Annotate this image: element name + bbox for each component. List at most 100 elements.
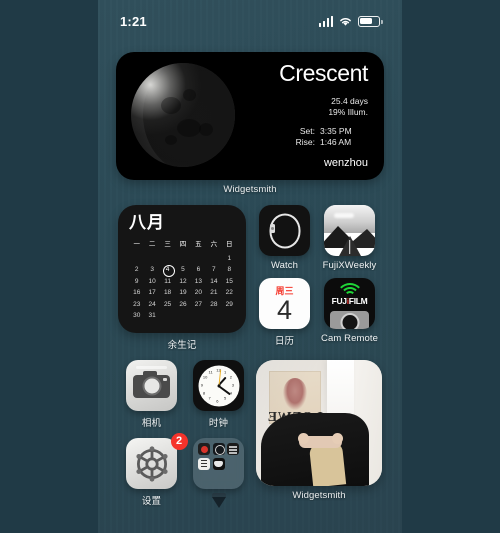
moon-widget-text: Crescent 25.4 days 19% Illum. Set: 3:35 … <box>238 60 368 169</box>
calendar-day: 18 <box>163 289 172 296</box>
calendar-day: 24 <box>148 300 156 308</box>
app-label-camera: 相机 <box>141 418 162 429</box>
calendar-day: 21 <box>210 289 218 296</box>
calendar-day: 25 <box>163 300 172 308</box>
clock-numeral: 12 <box>216 367 221 372</box>
bottom-apps-and-photo-row: 相机 1 2 3 4 5 6 7 8 9 10 11 12 时钟 2 设置 Wi… <box>112 360 388 508</box>
calendar-weekday-header: 一 <box>133 241 140 248</box>
fujifilm-cam-remote-icon[interactable]: FUJiFILM <box>324 278 375 329</box>
calendar-day: 19 <box>179 289 187 296</box>
calendar-weekday-header: 日 <box>226 241 233 248</box>
calendar-widget-label: 余生记 <box>167 340 197 351</box>
wifi-icon <box>340 17 351 26</box>
fujixweekly-icon[interactable] <box>324 205 375 256</box>
clock-numeral: 1 <box>224 369 227 375</box>
settings-gear-icon[interactable] <box>126 438 177 489</box>
calendar-day: 13 <box>194 277 203 285</box>
calendar-app-icon[interactable]: 周三 4 <box>259 278 310 329</box>
calendar-weekday-header: 四 <box>179 241 187 248</box>
app-camera[interactable]: 相机 <box>121 360 183 429</box>
calendar-day: 31 <box>148 312 156 319</box>
watch-icon[interactable] <box>259 205 310 256</box>
calendar-blank-cell <box>175 254 190 263</box>
calendar-day: 2 <box>134 266 139 273</box>
calendar-blank-cell <box>129 254 144 263</box>
calendar-day: 15 <box>225 277 233 285</box>
app-grid-right: Watch FujiXWeekly 周三 4 日历 FUJiFILM Cam R… <box>246 205 382 351</box>
status-bar-time: 1:21 <box>120 13 147 29</box>
calendar-day: 20 <box>194 289 203 296</box>
clock-numeral: 11 <box>208 369 213 375</box>
clock-numeral: 6 <box>216 398 219 403</box>
moon-illustration <box>131 63 235 167</box>
moon-rise-label: Rise: <box>295 137 315 147</box>
folder-mini-icon <box>198 443 210 455</box>
app-label-calendar: 日历 <box>274 336 295 347</box>
calendar-day: 16 <box>133 289 141 296</box>
calendar-blank-cell <box>160 254 175 263</box>
moon-phase-widget[interactable]: Crescent 25.4 days 19% Illum. Set: 3:35 … <box>116 52 384 180</box>
clock-icon[interactable]: 1 2 3 4 5 6 7 8 9 10 11 12 <box>193 360 244 411</box>
photo-widget-wrap: LOEWE Widgetsmith <box>252 360 382 507</box>
calendar-day: 6 <box>196 266 201 273</box>
moon-rise-time: 1:46 AM <box>320 137 352 147</box>
calendar-day: 12 <box>179 277 187 285</box>
calendar-day: 27 <box>194 300 203 308</box>
clock-numeral: 2 <box>229 374 232 380</box>
calendar-weekday-header: 五 <box>195 241 202 248</box>
app-label-fujixweekly: FujiXWeekly <box>322 260 377 271</box>
app-fujixweekly[interactable]: FujiXWeekly <box>319 205 381 271</box>
calendar-day: 10 <box>148 277 156 285</box>
app-label-cam-remote: Cam Remote <box>321 333 378 344</box>
folder-mini-icon <box>212 457 225 470</box>
app-label-settings: 设置 <box>141 496 162 507</box>
calendar-day: 29 <box>225 300 233 308</box>
calendar-day: 5 <box>181 266 185 273</box>
folder-mini-icon <box>227 443 239 455</box>
calendar-day: 28 <box>210 300 218 308</box>
home-screen-page: Crescent 25.4 days 19% Illum. Set: 3:35 … <box>98 52 402 533</box>
calendar-day: 3 <box>150 266 154 273</box>
settings-badge: 2 <box>170 433 188 450</box>
app-label-watch: Watch <box>270 260 299 271</box>
calendar-day-today: 4 <box>160 264 175 277</box>
clock-numeral: 8 <box>202 390 206 396</box>
calendar-day: 7 <box>212 266 216 273</box>
fujifilm-wordmark: FUJiFILM <box>331 296 368 306</box>
app-calendar[interactable]: 周三 4 日历 <box>254 278 316 347</box>
calendar-day: 30 <box>133 312 141 319</box>
photo-widget-label: Widgetsmith <box>292 490 346 501</box>
moon-widget-label: Widgetsmith <box>223 184 277 195</box>
gear-glyph <box>135 445 168 482</box>
folder-icon[interactable] <box>193 438 244 489</box>
calendar-day: 9 <box>134 277 139 285</box>
calendar-widget[interactable]: 八月 一二三四五六日 1 2 3 4 5 6 7 8 9 10 11 12 13 14 15 16 17 18 19 2… <box>118 205 246 333</box>
calendar-day: 1 <box>227 254 232 262</box>
camera-icon[interactable] <box>126 360 177 411</box>
app-watch[interactable]: Watch <box>254 205 316 271</box>
calendar-day: 8 <box>227 266 232 273</box>
calendar-month-title: 八月 <box>129 213 165 232</box>
calendar-grid: 一二三四五六日 1 2 3 4 5 6 7 8 9 10 11 12 13 14 15 16 17 18 19 20 21… <box>129 238 237 320</box>
calendar-day: 14 <box>210 277 218 285</box>
phone-home-screen: 1:21 Crescent 25.4 days 19% Illum. Set: … <box>98 0 402 533</box>
calendar-and-apps-row: 八月 一二三四五六日 1 2 3 4 5 6 7 8 9 10 11 12 13 14 15 16 17 18 19 2… <box>112 205 388 351</box>
app-clock[interactable]: 1 2 3 4 5 6 7 8 9 10 11 12 时钟 <box>188 360 250 429</box>
status-bar: 1:21 <box>98 10 402 32</box>
app-grid-bottom-left: 相机 1 2 3 4 5 6 7 8 9 10 11 12 时钟 2 设置 <box>118 360 252 508</box>
wifi-arcs-icon <box>335 283 364 296</box>
moon-location: wenzhou <box>323 157 368 170</box>
app-cam-remote[interactable]: FUJiFILM Cam Remote <box>319 278 381 347</box>
calendar-blank-cell <box>144 254 159 263</box>
clock-numeral: 10 <box>202 374 208 380</box>
app-folder[interactable] <box>188 438 250 508</box>
app-settings[interactable]: 2 设置 <box>121 433 188 507</box>
calendar-weekday-header: 六 <box>210 241 218 248</box>
clock-numeral: 3 <box>231 382 235 388</box>
calendar-day: 23 <box>133 300 141 308</box>
clock-numeral: 4 <box>229 390 232 396</box>
moon-age: 25.4 days <box>331 95 368 106</box>
photo-widget[interactable]: LOEWE <box>256 360 382 486</box>
screenshot-canvas: 1:21 Crescent 25.4 days 19% Illum. Set: … <box>0 0 500 533</box>
moon-illumination: 19% Illum. <box>328 107 368 118</box>
